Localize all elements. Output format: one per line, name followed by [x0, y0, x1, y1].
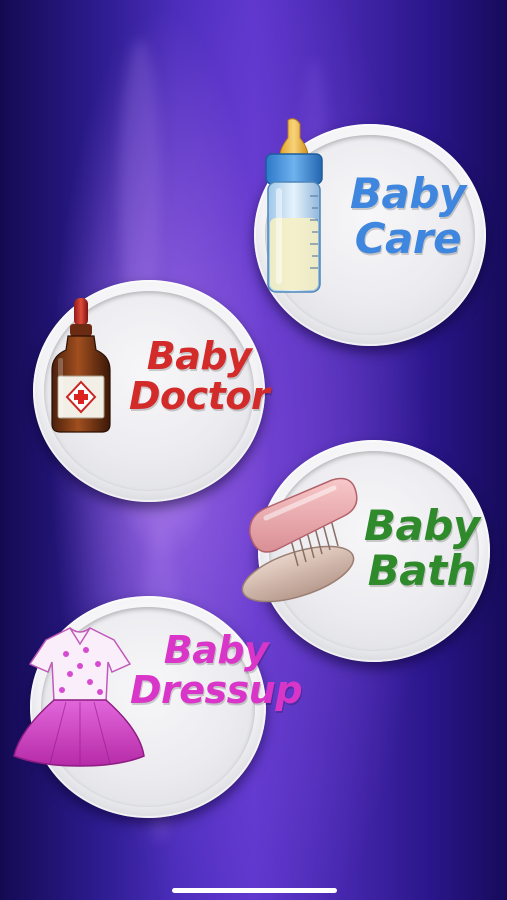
label-line-1: Baby [350, 169, 466, 218]
label-line-1: Baby [364, 501, 480, 550]
label-line-2: Bath [367, 545, 477, 595]
baby-dressup-label: Baby Dressup [130, 628, 303, 713]
bath-brush-icon [241, 477, 358, 603]
baby-care-label: Baby Care [350, 169, 466, 263]
label-line-2: Doctor [129, 374, 270, 419]
baby-dress-icon [13, 627, 145, 767]
baby-bottle-icon [265, 118, 323, 293]
label-line-1: Baby [146, 334, 252, 378]
label-line-1: Baby [163, 628, 269, 672]
label-line-2: Dressup [130, 668, 303, 713]
baby-bath-label: Baby Bath [364, 501, 480, 595]
home-indicator[interactable] [172, 888, 337, 893]
baby-doctor-label: Baby Doctor [129, 334, 270, 419]
medicine-bottle-icon [51, 298, 111, 433]
label-line-2: Care [354, 213, 462, 263]
